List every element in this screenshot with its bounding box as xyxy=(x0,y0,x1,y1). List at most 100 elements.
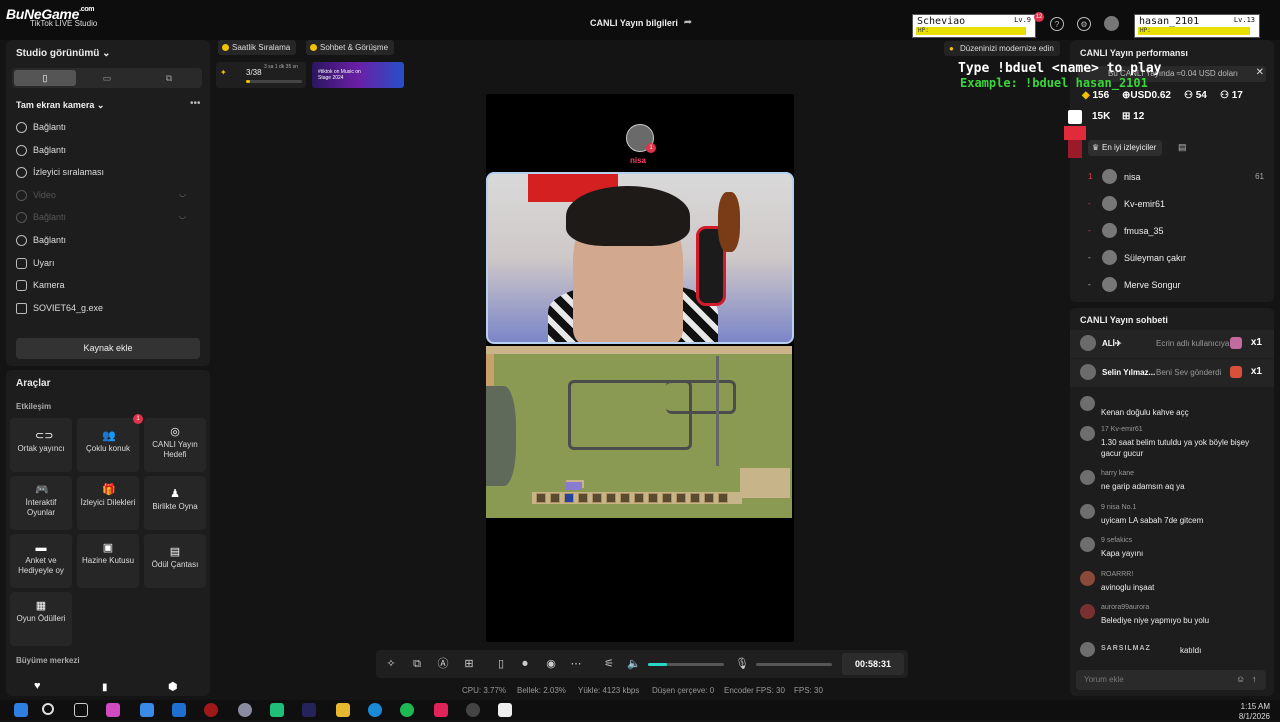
heart-icon[interactable]: ♥ xyxy=(34,680,41,692)
game-button xyxy=(592,493,602,503)
ai-icon[interactable]: Ⓐ xyxy=(436,657,450,671)
studio-view-panel: Studio görünümü ⌄ ▯ ▭ ⧉ Tam ekran kamera… xyxy=(6,40,210,366)
mixer-icon[interactable]: ⚟ xyxy=(602,657,616,671)
volume-fill xyxy=(648,663,667,666)
speaker-icon[interactable]: 🔈 xyxy=(627,657,641,671)
promo-banner[interactable]: #tiktok on Music on Stage 2024 xyxy=(312,62,404,88)
source-item[interactable]: Video ◡ xyxy=(16,188,196,204)
modernize-layout-tip[interactable]: ● Düzeninizi modernize edin xyxy=(944,41,1060,56)
source-item[interactable]: SOVIET64_g.exe xyxy=(16,301,196,317)
phone-icon[interactable]: ▯ xyxy=(494,657,508,671)
tiktok-icon[interactable] xyxy=(434,703,448,717)
source-item[interactable]: İzleyici sıralaması xyxy=(16,165,196,181)
task-view-icon[interactable] xyxy=(74,703,88,717)
top-viewer-row[interactable]: - Süleyman çakır xyxy=(1084,249,1264,269)
top-viewer-row[interactable]: - Kv-emir61 xyxy=(1084,195,1264,215)
chat-message: Kenan doğulu kahve açç xyxy=(1080,396,1266,418)
help-icon[interactable]: ? xyxy=(1050,17,1064,31)
source-item[interactable]: Bağlantı xyxy=(16,120,196,136)
add-media-icon[interactable]: ⊞ xyxy=(462,657,476,671)
top-gifter-name: nisa xyxy=(630,156,647,165)
list-icon[interactable]: ▤ xyxy=(1178,142,1187,153)
live-goal-widget[interactable]: ✦ 3/38 3 sa 1 dk 35 sn xyxy=(216,62,306,88)
top-viewer-row[interactable]: - Merve Songur xyxy=(1084,276,1264,296)
magic-wand-icon[interactable]: ✧ xyxy=(384,657,398,671)
game-button xyxy=(550,493,560,503)
orientation-switch[interactable]: ▯ ▭ ⧉ xyxy=(12,68,202,88)
speaker-volume-slider[interactable] xyxy=(648,663,724,666)
hidden-eye-icon[interactable]: ◡ xyxy=(179,189,186,198)
spotify-icon[interactable] xyxy=(400,703,414,717)
tool-reward-bag[interactable]: ▤ Ödül Çantası xyxy=(144,534,206,588)
avatar[interactable] xyxy=(1104,16,1119,31)
app-icon[interactable] xyxy=(302,703,316,717)
store-icon[interactable] xyxy=(140,703,154,717)
rocket-icon: ✦ xyxy=(220,68,227,77)
top-viewers-tab[interactable]: ♛ En iyi izleyiciler xyxy=(1088,140,1163,156)
close-icon[interactable]: ✕ xyxy=(1256,67,1264,78)
source-item[interactable]: Bağlantı xyxy=(16,233,196,249)
app-title: TikTok LIVE Studio xyxy=(30,19,98,28)
search-icon[interactable] xyxy=(42,703,54,715)
badge-icon[interactable]: ⬢ xyxy=(168,680,178,693)
tool-interactive-games[interactable]: 🎮 İnteraktif Oyunlar xyxy=(10,476,72,530)
taskbar: 1:15 AM 8/1/2026 xyxy=(0,700,1280,722)
add-source-button[interactable]: Kaynak ekle xyxy=(16,338,200,359)
tool-play-together[interactable]: ♟ Birlikte Oyna xyxy=(144,476,206,530)
notepad-icon[interactable] xyxy=(498,703,512,717)
source-item[interactable]: Bağlantı ◡ xyxy=(16,210,196,226)
system-clock[interactable]: 1:15 AM 8/1/2026 xyxy=(1239,702,1270,722)
settings-icon[interactable]: ⚙ xyxy=(1077,17,1091,31)
tool-viewer-wishes[interactable]: 🎁 İzleyici Dilekleri xyxy=(77,476,139,530)
poll-icon: ▬ xyxy=(35,542,47,554)
source-item[interactable]: Kamera xyxy=(16,278,196,294)
tool-multi-guest[interactable]: 1 👥 Çoklu konuk xyxy=(77,414,143,472)
more-icon[interactable]: ⋯ xyxy=(569,657,583,671)
app-icon[interactable] xyxy=(466,703,480,717)
tool-cohost[interactable]: ⊂⊃ Ortak yayıncı xyxy=(10,418,72,472)
top-gifter-avatar: 1 xyxy=(626,124,656,153)
mic-volume-slider[interactable] xyxy=(756,663,832,666)
tool-poll[interactable]: ▬ Anket ve Hediyeyle oy xyxy=(10,534,72,588)
landscape-icon[interactable]: ▭ xyxy=(76,70,138,86)
stream-info-title[interactable]: CANLI Yayın bilgileri xyxy=(590,18,678,28)
top-viewer-row[interactable]: - fmusa_35 xyxy=(1084,222,1264,242)
tool-treasure[interactable]: ▣ Hazine Kutusu xyxy=(77,534,139,588)
send-icon[interactable]: ↑ xyxy=(1252,674,1257,684)
emoji-icon[interactable]: ☺ xyxy=(1236,674,1245,684)
windows-icon[interactable] xyxy=(14,703,28,717)
globe-icon xyxy=(16,212,27,223)
share-icon[interactable]: ➦ xyxy=(682,16,694,28)
record-icon[interactable]: ⏺ xyxy=(518,657,532,671)
portrait-icon[interactable]: ▯ xyxy=(14,70,76,86)
screenshot-icon[interactable]: ◉ xyxy=(544,657,558,671)
chat-call-chip[interactable]: Sohbet & Görüşme xyxy=(306,40,395,55)
duel-instruction: Type !bduel <name> to play xyxy=(958,61,1162,76)
mail-icon[interactable] xyxy=(172,703,186,717)
window-icon xyxy=(16,303,27,314)
tool-live-goal[interactable]: ◎ CANLI Yayın Hedefi xyxy=(144,418,206,472)
top-viewer-row[interactable]: 1 nisa 61 xyxy=(1084,168,1264,188)
scene-title[interactable]: Tam ekran kamera ⌄ xyxy=(16,100,104,111)
explorer-icon[interactable] xyxy=(336,703,350,717)
app-icon[interactable] xyxy=(204,703,218,717)
source-item[interactable]: Uyarı xyxy=(16,256,196,272)
edge-icon[interactable] xyxy=(368,703,382,717)
more-icon[interactable]: ••• xyxy=(190,98,201,109)
hidden-eye-icon[interactable]: ◡ xyxy=(179,211,186,220)
panel-title[interactable]: Studio görünümü ⌄ xyxy=(16,48,111,59)
app-icon[interactable] xyxy=(238,703,252,717)
source-item[interactable]: Bağlantı xyxy=(16,143,196,159)
avatar xyxy=(1102,169,1117,184)
chat-message: 17 Kv-emir61 1.30 saat belim tutuldu ya y… xyxy=(1080,426,1266,460)
microphone-icon[interactable]: 🎙 xyxy=(735,657,749,671)
control-bar: ✧ ⧉ Ⓐ ⊞ ▯ ⏺ ◉ ⋯ ⚟ 🔈 🎙 00:58:31 xyxy=(376,650,908,678)
multi-layout-icon[interactable]: ⧉ xyxy=(138,70,200,86)
hourly-ranking-chip[interactable]: Saatlik Sıralama xyxy=(218,40,297,55)
effects-icon[interactable]: ⧉ xyxy=(410,657,424,671)
tool-game-rewards[interactable]: ▦ Oyun Ödülleri xyxy=(10,592,72,646)
goal-bar xyxy=(246,80,302,83)
app-icon[interactable] xyxy=(270,703,284,717)
copilot-icon[interactable] xyxy=(106,703,120,717)
bag-icon[interactable]: ▮ xyxy=(102,682,108,693)
